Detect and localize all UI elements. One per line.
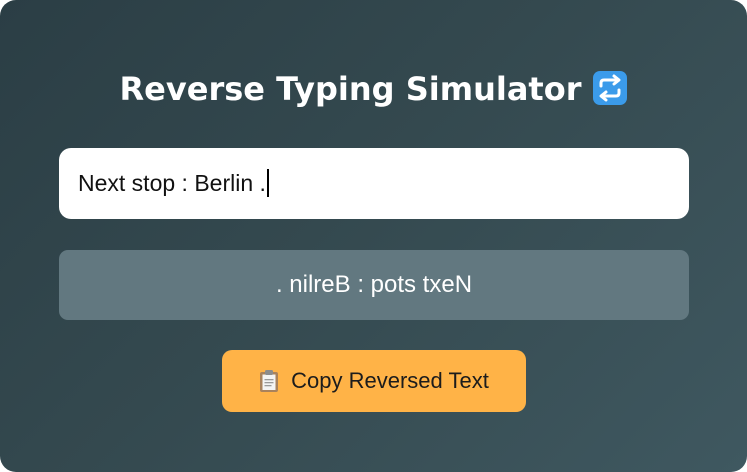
text-input-value: Next stop : Berlin . [78, 170, 266, 196]
page-title-text: Reverse Typing Simulator [119, 70, 582, 108]
page-title: Reverse Typing Simulator [0, 66, 747, 112]
app-card: Reverse Typing Simulator Next stop : Ber… [0, 0, 747, 472]
text-input[interactable]: Next stop : Berlin . [59, 148, 689, 219]
clipboard-icon [259, 369, 279, 393]
copy-button-label: Copy Reversed Text [291, 368, 489, 393]
text-cursor [266, 169, 269, 197]
repeat-arrows-icon [593, 71, 628, 105]
reversed-text-output: . nilreB : pots txeN [59, 250, 689, 320]
copy-reversed-text-button[interactable]: Copy Reversed Text [222, 350, 526, 412]
